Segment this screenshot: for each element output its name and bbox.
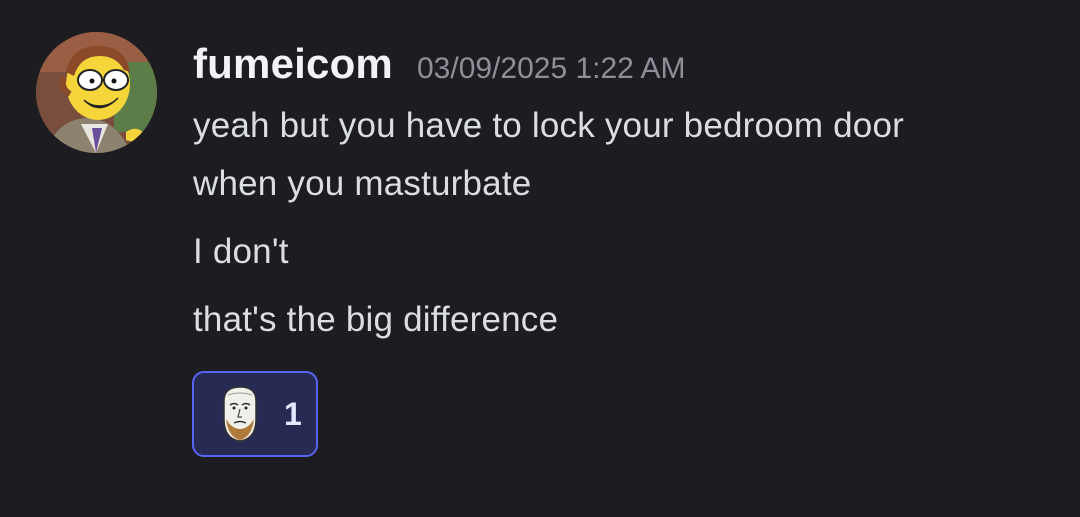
timestamp: 03/09/2025 1:22 AM xyxy=(416,52,686,85)
user-avatar[interactable] xyxy=(36,32,157,153)
reaction-button[interactable]: 1 xyxy=(192,371,318,457)
chat-message: fumeicom 03/09/2025 1:22 AM yeah but you… xyxy=(0,0,1080,517)
message-line: that's the big difference xyxy=(193,300,559,339)
message-line: when you masturbate xyxy=(193,164,532,203)
reaction-count: 1 xyxy=(284,395,302,432)
wojak-face-emoji-icon xyxy=(223,386,257,442)
message-line: yeah but you have to lock your bedroom d… xyxy=(193,106,904,145)
message-header: fumeicom 03/09/2025 1:22 AM xyxy=(193,40,686,88)
cartoon-man-avatar-icon xyxy=(36,32,157,153)
username[interactable]: fumeicom xyxy=(193,40,393,88)
message-line: I don't xyxy=(193,232,289,271)
